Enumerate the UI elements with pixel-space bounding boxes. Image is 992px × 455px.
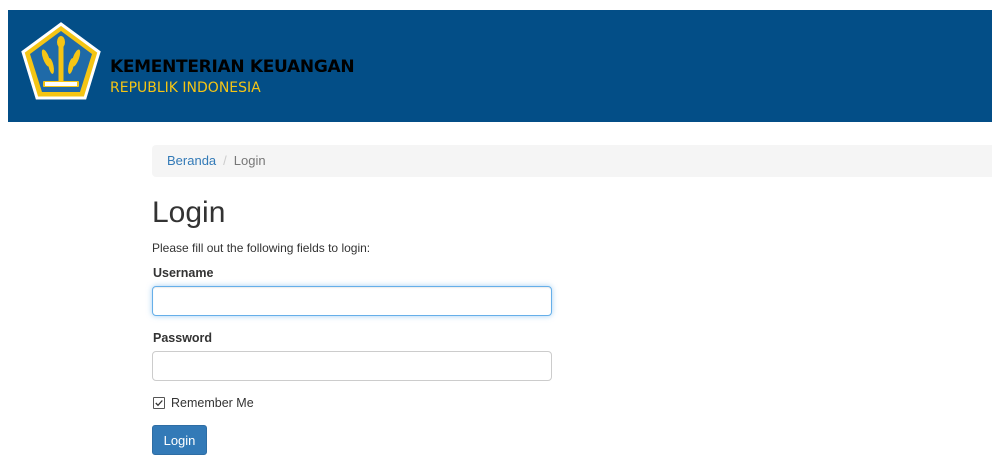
breadcrumb-home-link[interactable]: Beranda	[167, 153, 216, 168]
login-instructions: Please fill out the following fields to …	[152, 241, 371, 255]
breadcrumb-separator: /	[223, 153, 227, 168]
remember-me-label: Remember Me	[171, 396, 254, 410]
remember-me-checkbox[interactable]	[153, 397, 165, 409]
username-input[interactable]	[152, 286, 552, 316]
brand-title: KEMENTERIAN KEUANGAN	[110, 57, 355, 77]
breadcrumb: Beranda / Login	[152, 145, 992, 177]
kemenkeu-emblem-icon	[21, 22, 101, 100]
breadcrumb-current: Login	[233, 153, 266, 168]
checkmark-icon	[155, 400, 163, 407]
password-label: Password	[153, 331, 213, 345]
password-input[interactable]	[152, 351, 552, 381]
remember-me: Remember Me	[153, 396, 254, 410]
page-title: Login	[152, 196, 226, 229]
header-banner: KEMENTERIAN KEUANGAN REPUBLIK INDONESIA	[8, 10, 992, 122]
brand-subtitle: REPUBLIK INDONESIA	[110, 80, 261, 96]
login-button[interactable]: Login	[152, 425, 207, 455]
username-label: Username	[153, 266, 214, 280]
